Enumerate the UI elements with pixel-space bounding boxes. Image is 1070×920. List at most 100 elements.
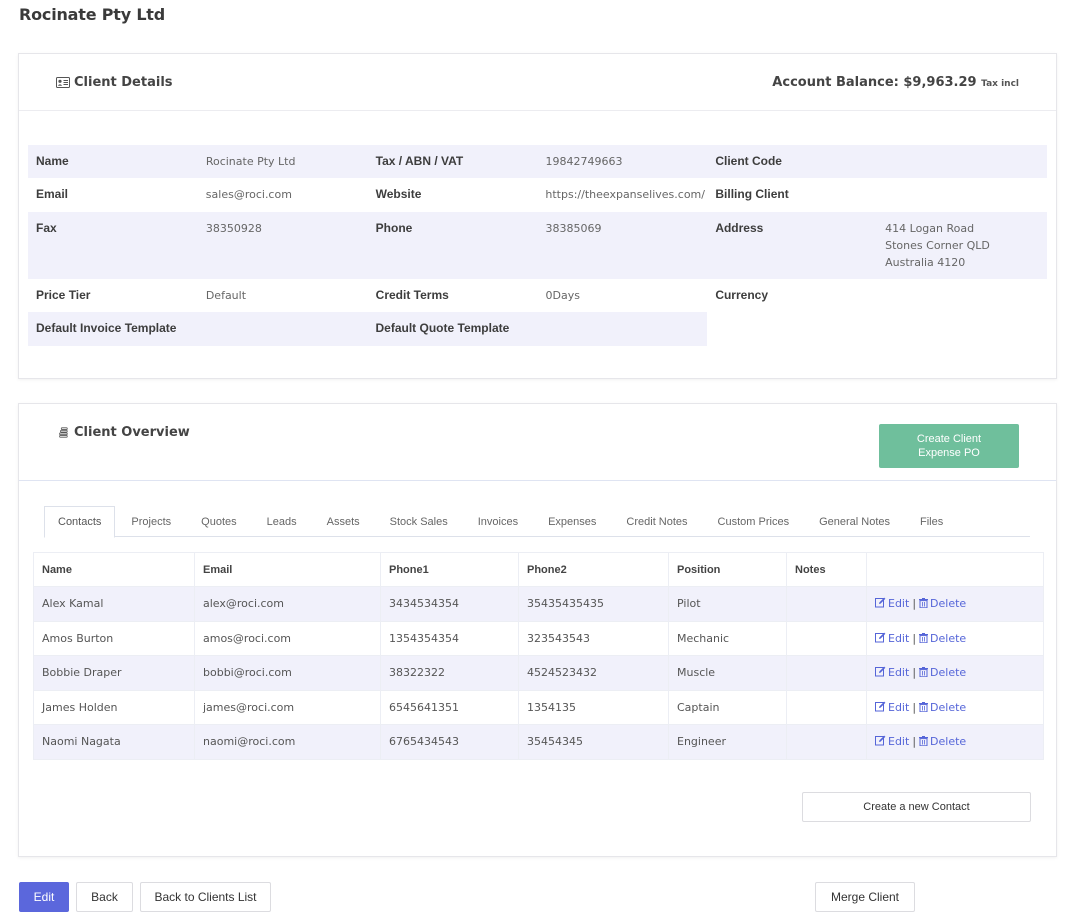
cell-email: naomi@roci.com [194, 724, 381, 760]
edit-link-label: Edit [888, 700, 910, 714]
website-value: https://theexpanselives.com/ [545, 188, 705, 201]
tab-custom-prices[interactable]: Custom Prices [704, 506, 804, 537]
currency-value [877, 279, 1047, 312]
website-label: Website [375, 187, 422, 201]
cell-name: James Holden [33, 689, 195, 725]
coins-icon [59, 427, 68, 438]
edit-button[interactable]: Edit [19, 882, 69, 912]
edit-contact-link[interactable]: Edit [875, 701, 909, 714]
tab-contacts[interactable]: Contacts [44, 506, 116, 538]
edit-contact-link[interactable]: Edit [875, 666, 909, 679]
merge-client-button[interactable]: Merge Client [815, 882, 915, 912]
edit-link-label: Edit [888, 666, 910, 680]
quote-template-value [537, 312, 707, 346]
credit-terms-label: Credit Terms [375, 288, 449, 302]
column-header-actions [866, 552, 1044, 587]
tab-quotes[interactable]: Quotes [187, 506, 250, 537]
edit-icon [875, 632, 886, 643]
tab-files[interactable]: Files [906, 506, 957, 537]
cell-notes [786, 724, 867, 760]
create-expense-label: Expense PO [918, 447, 980, 459]
cell-phone2: 323543543 [518, 620, 669, 656]
client-overview-card: Client Overview Create Client Expense PO… [18, 403, 1057, 857]
create-client-expense-po-button[interactable]: Create Client Expense PO [879, 424, 1019, 468]
edit-link-label: Edit [888, 597, 910, 611]
fax-label: Fax [36, 221, 57, 235]
tab-stock-sales[interactable]: Stock Sales [376, 506, 462, 537]
cell-phone1: 6765434543 [380, 724, 519, 760]
credit-terms-value: 0Days [545, 289, 580, 302]
cell-name: Bobbie Draper [33, 655, 195, 691]
action-separator: | [912, 666, 917, 680]
table-row: James Holden james@roci.com 6545641351 1354… [33, 689, 1044, 725]
edit-icon [875, 735, 886, 746]
delete-link-label: Delete [930, 597, 967, 611]
cell-actions: Edit | Delete [866, 724, 1044, 760]
cell-actions: Edit | Delete [866, 655, 1044, 691]
edit-icon [875, 666, 886, 677]
delete-contact-link[interactable]: Delete [919, 597, 966, 610]
cell-phone2: 1354135 [518, 689, 669, 725]
cell-notes [786, 655, 867, 691]
edit-contact-link[interactable]: Edit [875, 735, 909, 748]
cell-notes [786, 620, 867, 656]
quote-template-label: Default Quote Template [375, 321, 510, 335]
delete-link-label: Delete [930, 700, 967, 714]
tab-invoices[interactable]: Invoices [464, 506, 532, 537]
delete-link-label: Delete [930, 631, 967, 645]
cell-name: Amos Burton [33, 620, 195, 656]
invoice-template-label: Default Invoice Template [36, 321, 177, 335]
cell-position: Pilot [668, 586, 787, 622]
delete-contact-link[interactable]: Delete [919, 701, 966, 714]
cell-phone1: 3434534354 [380, 586, 519, 622]
edit-link-label: Edit [888, 735, 910, 749]
cell-name: Alex Kamal [33, 586, 195, 622]
tab-assets[interactable]: Assets [313, 506, 374, 537]
cell-actions: Edit | Delete [866, 586, 1044, 622]
column-header-name: Name [33, 552, 195, 587]
id-card-icon [56, 77, 70, 88]
tab-expenses[interactable]: Expenses [534, 506, 610, 537]
column-header-email: Email [194, 552, 381, 587]
action-separator: | [912, 735, 917, 749]
cell-notes [786, 689, 867, 725]
phone-value: 38385069 [545, 222, 602, 235]
tab-credit-notes[interactable]: Credit Notes [612, 506, 701, 537]
fax-value: 38350928 [205, 222, 262, 235]
edit-contact-link[interactable]: Edit [875, 632, 909, 645]
cell-position: Captain [668, 689, 787, 725]
create-expense-label: Create Client [916, 433, 982, 445]
delete-contact-link[interactable]: Delete [919, 632, 966, 645]
edit-contact-link[interactable]: Edit [875, 597, 909, 610]
tab-projects[interactable]: Projects [117, 506, 185, 537]
edit-link-label: Edit [888, 631, 910, 645]
client-details-grid: Name Rocinate Pty Ltd Tax / ABN / VAT 19… [28, 145, 1047, 346]
back-button[interactable]: Back [76, 882, 133, 912]
tab-general-notes[interactable]: General Notes [805, 506, 904, 537]
back-to-clients-list-button[interactable]: Back to Clients List [140, 882, 271, 912]
name-label: Name [36, 154, 69, 168]
overview-tab-panel: Contacts Projects Quotes Leads Assets Stock S… [19, 480, 1056, 857]
details-row: Default Invoice Template Default Quote T… [28, 312, 707, 346]
delete-contact-link[interactable]: Delete [919, 735, 966, 748]
table-row: Alex Kamal alex@roci.com 3434534354 3543543… [33, 586, 1044, 622]
address-line: Stones Corner QLD [885, 239, 990, 252]
trash-icon [919, 598, 929, 609]
tab-leads[interactable]: Leads [253, 506, 311, 537]
account-balance: Account Balance: $9,963.29 Tax incl [772, 75, 1019, 90]
delete-link-label: Delete [930, 735, 967, 749]
details-row: Fax 38350928 Phone 38385069 Address 414 … [28, 212, 1047, 279]
cell-position: Muscle [668, 655, 787, 691]
create-new-contact-button[interactable]: Create a new Contact [802, 792, 1031, 822]
cell-phone1: 38322322 [380, 655, 519, 691]
name-value: Rocinate Pty Ltd [205, 155, 296, 168]
cell-position: Engineer [668, 724, 787, 760]
column-header-notes: Notes [786, 552, 867, 587]
email-value: sales@roci.com [205, 188, 292, 201]
cell-phone1: 6545641351 [380, 689, 519, 725]
client-overview-title-text: Client Overview [74, 425, 190, 440]
currency-label: Currency [715, 288, 768, 302]
delete-contact-link[interactable]: Delete [919, 666, 966, 679]
client-details-card: Client Details Account Balance: $9,963.2… [18, 53, 1057, 379]
tax-value: 19842749663 [545, 155, 623, 168]
